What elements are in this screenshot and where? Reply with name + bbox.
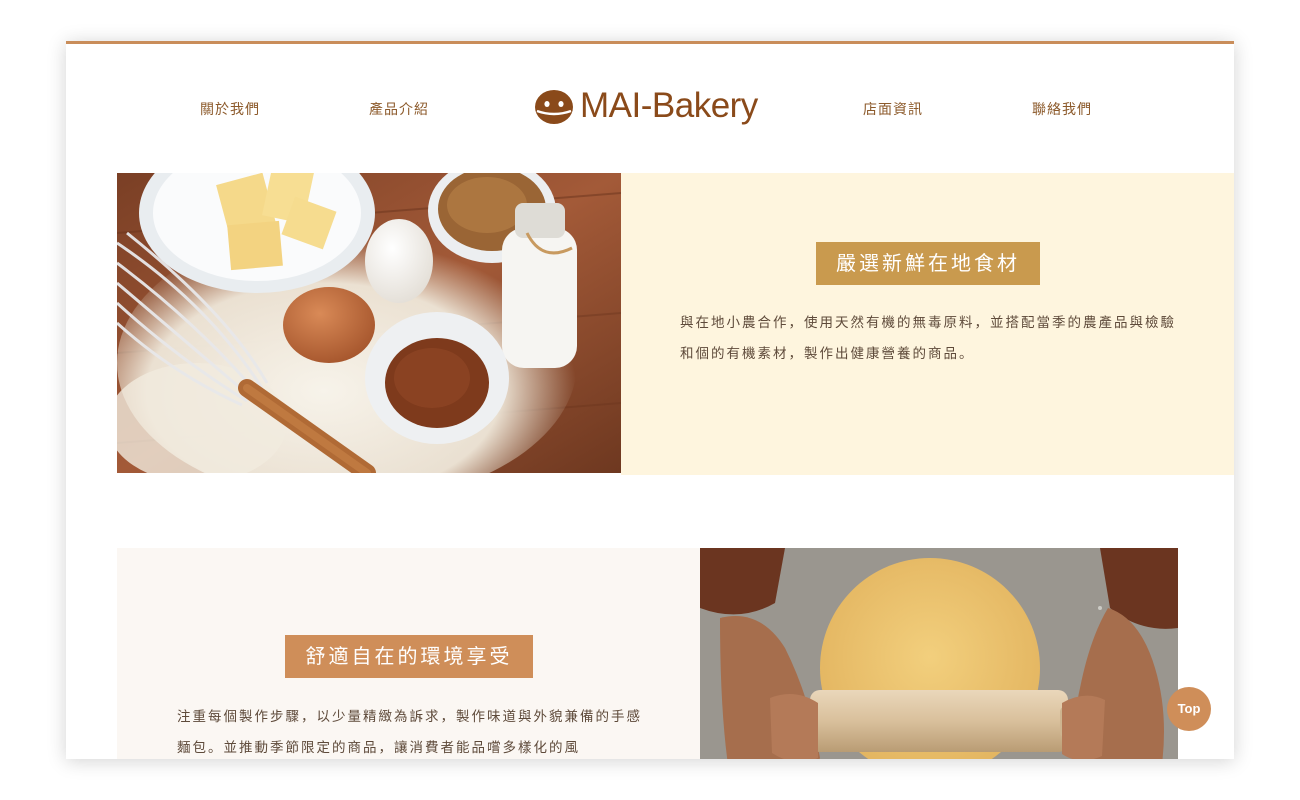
feature-title-environment: 舒適自在的環境享受 (285, 635, 533, 678)
top-accent-bar (66, 41, 1234, 44)
feature-body-environment: 注重每個製作步驟，以少量精緻為訴求，製作味道與外貌兼備的手感麵包。並推動季節限定… (177, 709, 642, 756)
nav-contact[interactable]: 聯絡我們 (1032, 99, 1092, 119)
nav-store-info[interactable]: 店面資訊 (863, 99, 923, 119)
back-to-top-button[interactable]: Top (1167, 687, 1211, 731)
bread-face-logo-icon (535, 90, 573, 124)
feature-panel-environment: 舒適自在的環境享受 注重每個製作步驟，以少量精緻為訴求，製作味道與外貌兼備的手感… (117, 548, 701, 759)
feature-body-ingredients: 與在地小農合作，使用天然有機的無毒原料，並搭配當季的農產品與檢驗和個的有機素材，… (680, 315, 1176, 362)
browser-page: 關於我們 產品介紹 MAI-Bakery 店面資訊 聯絡我們 嚴選新鮮在地食材 … (66, 41, 1234, 759)
rolling-dough-image (700, 548, 1178, 759)
ingredients-image (117, 173, 621, 473)
feature-title-ingredients: 嚴選新鮮在地食材 (816, 242, 1040, 285)
site-logo[interactable]: MAI-Bakery (534, 84, 758, 128)
nav-products[interactable]: 產品介紹 (369, 99, 429, 119)
feature-panel-ingredients: 嚴選新鮮在地食材 與在地小農合作，使用天然有機的無毒原料，並搭配當季的農產品與檢… (621, 173, 1234, 475)
logo-text: MAI-Bakery (580, 86, 758, 125)
nav-about[interactable]: 關於我們 (200, 99, 260, 119)
